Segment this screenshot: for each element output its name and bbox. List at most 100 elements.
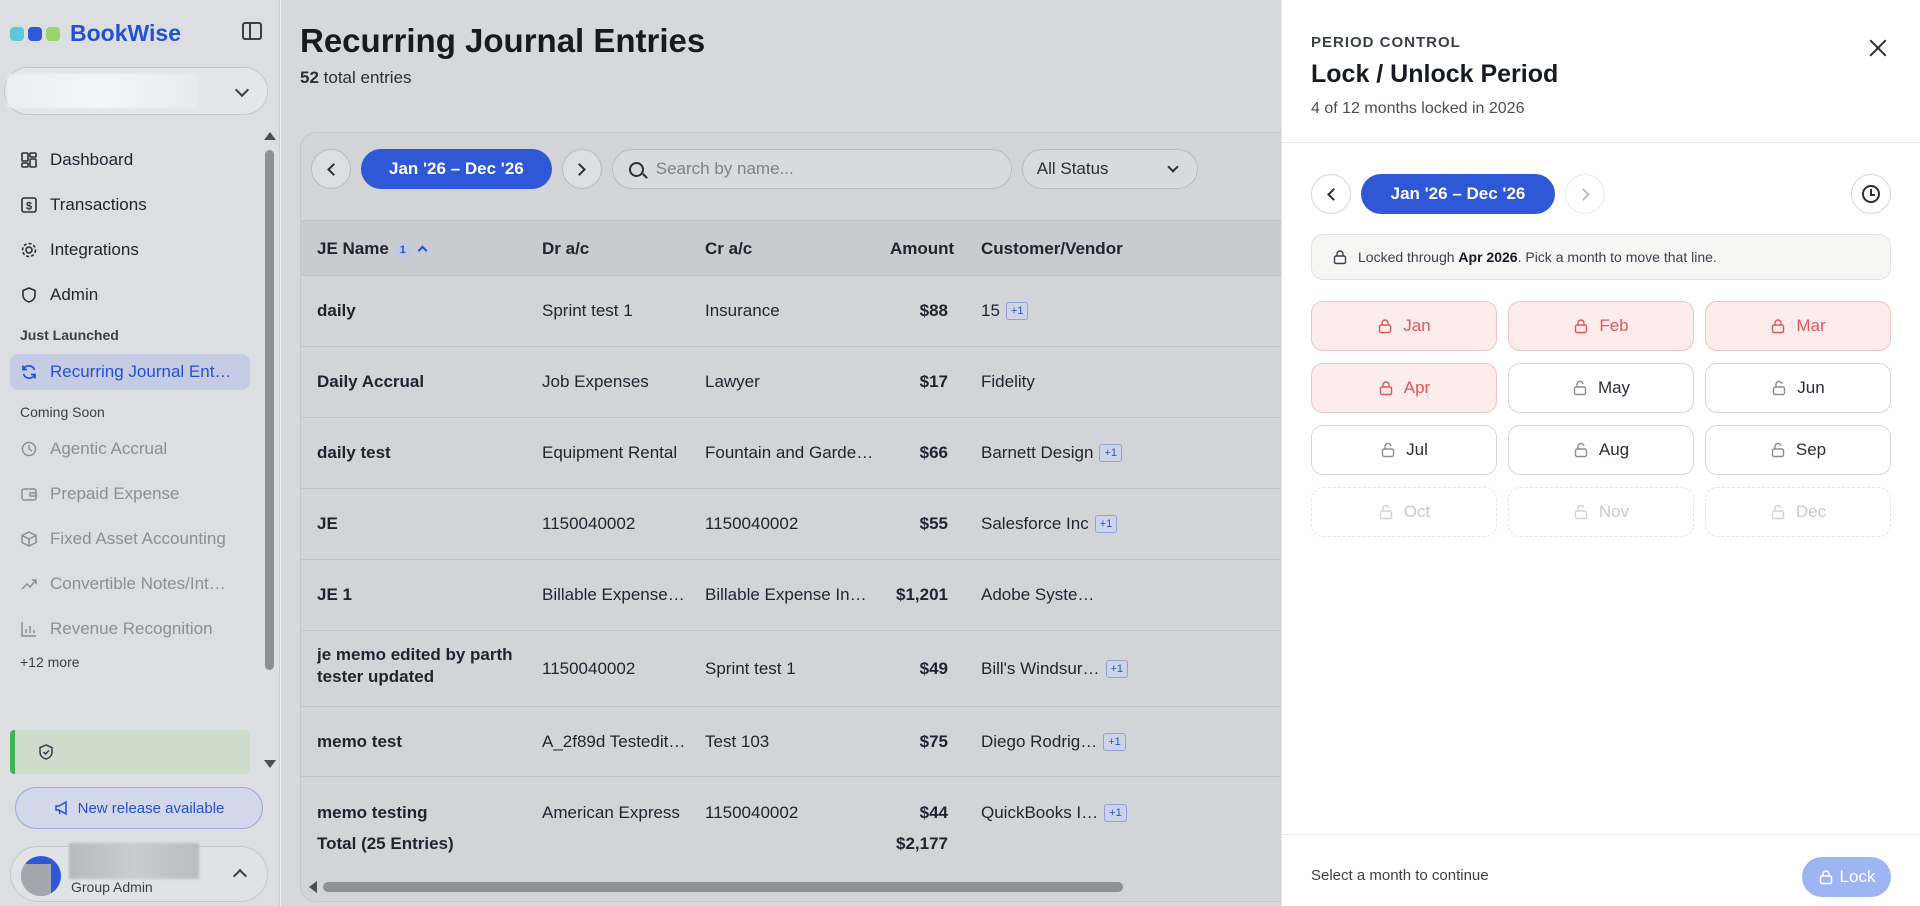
sidebar-scrollbar[interactable] [265,150,274,670]
gear-icon [20,241,38,259]
sidebar-item-dashboard[interactable]: Dashboard [10,142,250,178]
table-horizontal-scrollbar[interactable] [323,882,1123,892]
month-oct-disabled: Oct [1311,487,1497,537]
cell-dr-account: Equipment Rental [542,443,678,462]
table-row[interactable]: JE 1 Billable Expense In… Billable Expen… [301,560,1299,631]
new-release-button[interactable]: New release available [15,787,263,829]
organization-select[interactable] [4,67,268,115]
cell-je-name: daily test [317,443,391,462]
month-label: Jun [1797,378,1825,397]
sidebar-item-agentic-accrual[interactable]: Agentic Accrual [10,431,250,467]
close-icon[interactable] [1866,36,1890,60]
entries-table-card: Jan '26 – Dec '26 All Status JE Name 1 Dr… [300,132,1300,902]
month-apr-locked[interactable]: Apr [1311,363,1497,413]
table-row[interactable]: daily Sprint test 1 Insurance $88 15 +1 [301,276,1299,347]
month-label: Sep [1795,440,1827,459]
entries-count: 52 total entries [300,68,412,88]
lock-button[interactable]: Lock [1802,857,1891,897]
month-may[interactable]: May [1508,363,1694,413]
table-row[interactable]: memo testing American Express 1150040002… [301,777,1299,829]
column-header-je-name[interactable]: JE Name 1 [317,239,428,259]
logo-dot-icon [28,26,42,41]
cell-amount: $44 [919,803,948,822]
cell-je-name: memo testing [317,803,428,822]
brand[interactable]: BookWise [10,20,181,47]
table-row[interactable]: JE 1150040002 1150040002 $55 Salesforce … [301,489,1299,560]
drawer-subtitle: 4 of 12 months locked in 2026 [1311,100,1525,117]
month-feb-locked[interactable]: Feb [1508,301,1694,351]
sidebar-item-label: Transactions [50,195,147,214]
previous-range-button[interactable] [311,149,351,189]
user-menu[interactable]: Group Admin [10,843,268,902]
date-range-button[interactable]: Jan '26 – Dec '26 [361,149,552,189]
unlock-icon [1771,442,1785,458]
sidebar-item-recurring-journal-entries[interactable]: Recurring Journal Ent… [10,354,250,390]
month-jan-locked[interactable]: Jan [1311,301,1497,351]
more-customers-badge[interactable]: +1 [1105,660,1129,678]
cell-je-name: daily [317,301,356,320]
month-sep[interactable]: Sep [1705,425,1891,475]
sidebar-toggle-icon[interactable] [242,22,262,40]
entries-count-number: 52 [300,68,319,87]
total-amount: $2,177 [896,834,948,853]
scroll-up-arrow-icon[interactable] [264,132,276,140]
more-customers-badge[interactable]: +1 [1005,302,1029,320]
more-customers-badge[interactable]: +1 [1103,733,1126,751]
search-input[interactable] [655,159,986,179]
column-header-amount[interactable]: Amount [890,239,954,259]
month-aug[interactable]: Aug [1508,425,1694,475]
svg-text:$: $ [26,201,32,213]
column-header-cr[interactable]: Cr a/c [705,239,752,259]
sidebar-item-label: Fixed Asset Accounting [50,529,226,548]
table-row[interactable]: je memo edited by parth tester updated 1… [301,631,1299,707]
chevron-right-icon [573,162,587,176]
search-field[interactable] [611,149,1012,189]
sidebar-item-convertible-notes[interactable]: Convertible Notes/Int… [10,566,250,602]
sidebar-item-label: Recurring Journal Ent… [50,362,232,381]
drawer-next-range-button[interactable] [1565,174,1605,214]
month-label: Mar [1796,316,1826,335]
column-header-dr[interactable]: Dr a/c [542,239,589,259]
customer-name: Bill's Windsur… [981,659,1100,678]
cell-customer-vendor: Barnett Design +1 [981,443,1299,463]
sidebar-item-revenue-recognition[interactable]: Revenue Recognition [10,611,250,647]
new-release-label: New release available [77,799,225,817]
dashboard-icon [20,151,38,169]
chevron-left-icon [326,162,340,176]
history-button[interactable] [1851,174,1891,214]
lock-status-notice: Locked through Apr 2026. Pick a month to… [1311,234,1891,280]
dollar-icon: $ [20,196,38,214]
customer-name: Fidelity [981,372,1035,391]
trend-icon [20,575,38,593]
drawer-date-range-button[interactable]: Jan '26 – Dec '26 [1361,174,1555,214]
sidebar-item-transactions[interactable]: $ Transactions [10,187,250,223]
lock-icon [1819,870,1832,885]
table-row[interactable]: Daily Accrual Job Expenses Lawyer $17 Fi… [301,347,1299,418]
next-range-button[interactable] [561,149,602,189]
month-label: Nov [1598,502,1630,521]
compliance-status-bar[interactable] [10,730,250,774]
more-items-link[interactable]: +12 more [10,654,250,670]
sidebar-item-admin[interactable]: Admin [10,277,250,313]
drawer-previous-range-button[interactable] [1311,174,1351,214]
sidebar-item-prepaid-expense[interactable]: Prepaid Expense [10,476,250,512]
scroll-down-arrow-icon[interactable] [264,760,276,768]
customer-name: Diego Rodrig… [981,732,1098,751]
cell-je-name: memo test [317,732,403,751]
month-mar-locked[interactable]: Mar [1705,301,1891,351]
more-customers-badge[interactable]: +1 [1094,515,1118,533]
more-customers-badge[interactable]: +1 [1099,444,1122,462]
more-customers-badge[interactable]: +1 [1104,804,1127,822]
status-filter-select[interactable]: All Status [1021,149,1198,189]
sidebar: BookWise Dashboard $ Transactions Integr… [0,0,280,906]
section-label-coming-soon: Coming Soon [20,404,105,420]
month-jul[interactable]: Jul [1311,425,1497,475]
chevron-down-icon [234,82,250,98]
table-row[interactable]: memo test A_2f89d Testedited… Test 103 $… [301,707,1299,777]
column-header-customer-vendor[interactable]: Customer/Vendor [981,239,1123,259]
sidebar-item-fixed-asset-accounting[interactable]: Fixed Asset Accounting [10,521,250,557]
sidebar-item-integrations[interactable]: Integrations [10,232,250,268]
scroll-left-arrow-icon[interactable] [309,881,317,893]
table-row[interactable]: daily test Equipment Rental Fountain and… [301,418,1299,489]
month-jun[interactable]: Jun [1705,363,1891,413]
